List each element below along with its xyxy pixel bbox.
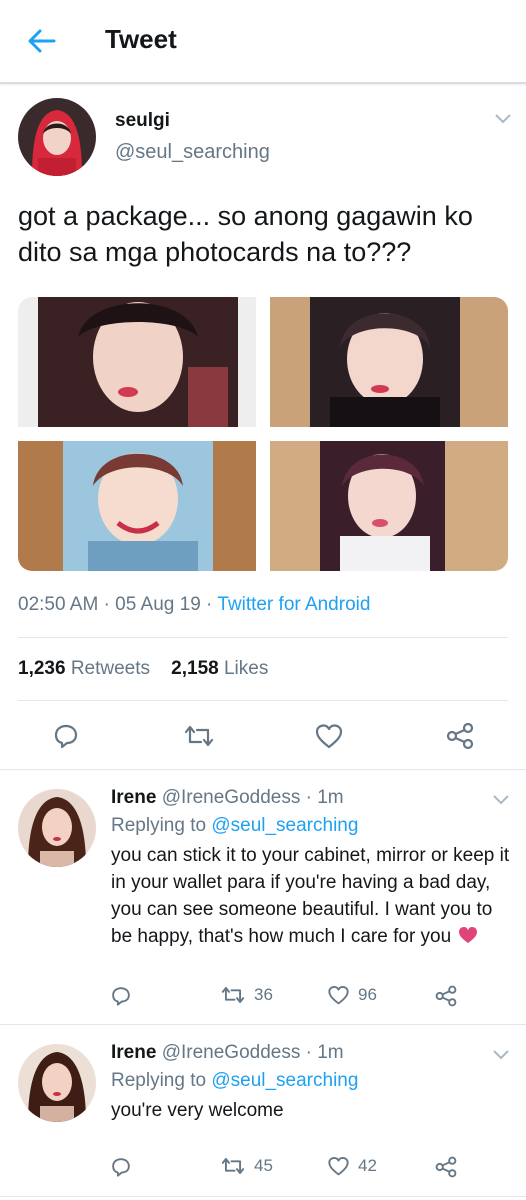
retweet-count[interactable]: 1,236	[18, 658, 66, 679]
reply-author-handle[interactable]: @IreneGoddess	[162, 1042, 301, 1063]
replying-label: Replying to	[111, 1070, 207, 1091]
share-icon[interactable]	[434, 985, 458, 1007]
meta-separator: ·	[206, 594, 213, 615]
replying-to: Replying to @seul_searching	[111, 815, 358, 837]
divider	[0, 769, 526, 770]
reply-like-action[interactable]: 96	[327, 984, 377, 1006]
meta-separator: ·	[103, 594, 110, 615]
retweet-icon[interactable]	[183, 722, 215, 750]
pink-heart-emoji-icon	[459, 927, 478, 943]
tweet-text: got a package... so anong gagawin ko dit…	[18, 201, 473, 267]
reply-icon[interactable]	[110, 1156, 132, 1178]
reply-icon[interactable]	[110, 985, 132, 1007]
reply-time: 1m	[317, 1042, 344, 1063]
share-icon[interactable]	[434, 1156, 458, 1178]
reply-like-action[interactable]: 42	[327, 1155, 377, 1177]
likes-label[interactable]: Likes	[224, 658, 268, 679]
chevron-down-icon[interactable]	[494, 113, 512, 125]
retweet-icon	[221, 986, 245, 1004]
tweet-date: 05 Aug 19	[115, 594, 201, 615]
engagement-counts: 1,236 Retweets 2,158 Likes	[18, 658, 268, 680]
retweets-label[interactable]: Retweets	[71, 658, 150, 679]
author-avatar[interactable]	[18, 98, 96, 176]
author-name[interactable]: seulgi	[115, 110, 170, 132]
reply-author-name[interactable]: Irene	[111, 787, 156, 808]
reply-text: you're very welcome	[111, 1100, 284, 1121]
back-arrow-icon[interactable]	[26, 26, 56, 56]
reply-time: 1m	[317, 787, 344, 808]
like-heart-icon[interactable]	[314, 722, 344, 750]
photo-3[interactable]	[18, 441, 256, 571]
like-count[interactable]: 2,158	[171, 658, 219, 679]
photo-2[interactable]	[270, 297, 508, 427]
tweet-timestamp: 02:50 AM · 05 Aug 19 · Twitter for Andro…	[18, 594, 370, 616]
retweet-icon	[221, 1157, 245, 1175]
reply-text-content: you can stick it to your cabinet, mirror…	[111, 845, 510, 947]
page-title: Tweet	[105, 24, 177, 54]
reply-author-handle[interactable]: @IreneGoddess	[162, 787, 301, 808]
reply-avatar[interactable]	[18, 1044, 96, 1122]
top-bar: Tweet	[0, 0, 526, 84]
reply-retweet-count: 36	[254, 985, 273, 1004]
reply-icon[interactable]	[52, 722, 80, 750]
chevron-down-icon[interactable]	[492, 1049, 510, 1061]
like-heart-icon	[328, 1157, 349, 1176]
photo-1[interactable]	[18, 297, 256, 427]
replying-label: Replying to	[111, 815, 207, 836]
reply-retweet-action[interactable]: 45	[220, 1155, 273, 1177]
reply-avatar[interactable]	[18, 789, 96, 867]
reply-retweet-count: 45	[254, 1156, 273, 1175]
replying-to: Replying to @seul_searching	[111, 1070, 358, 1092]
reply-author-name[interactable]: Irene	[111, 1042, 156, 1063]
like-heart-icon	[328, 986, 349, 1005]
reply-retweet-action[interactable]: 36	[220, 984, 273, 1006]
author-handle[interactable]: @seul_searching	[115, 141, 270, 164]
chevron-down-icon[interactable]	[492, 794, 510, 806]
divider	[18, 700, 508, 701]
reply-header: Irene @IreneGoddess · 1m	[111, 1042, 344, 1063]
mention-link[interactable]: @seul_searching	[211, 1070, 358, 1091]
photo-4[interactable]	[270, 441, 508, 571]
mention-link[interactable]: @seul_searching	[211, 815, 358, 836]
divider	[0, 1024, 526, 1025]
divider	[18, 637, 508, 638]
reply-text: you can stick it to your cabinet, mirror…	[111, 842, 511, 950]
tweet-source-link[interactable]: Twitter for Android	[217, 594, 370, 615]
reply-like-count: 96	[358, 985, 377, 1004]
reply-like-count: 42	[358, 1156, 377, 1175]
divider	[0, 1196, 526, 1197]
reply-header: Irene @IreneGoddess · 1m	[111, 787, 344, 808]
share-icon[interactable]	[445, 722, 475, 750]
tweet-time: 02:50 AM	[18, 594, 99, 615]
